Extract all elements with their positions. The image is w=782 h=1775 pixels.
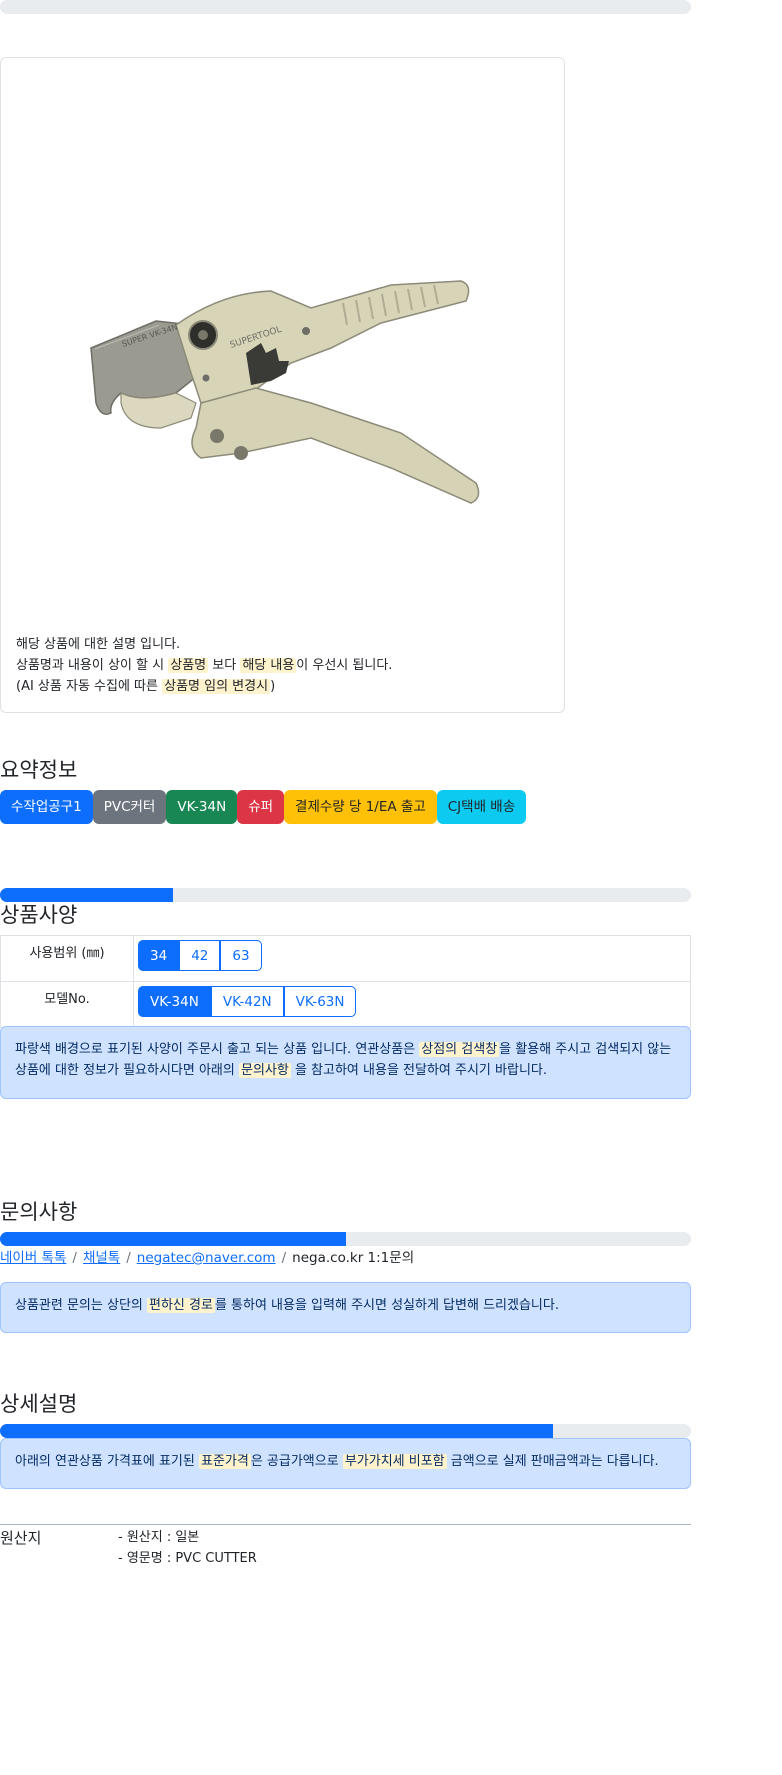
badge-shipping: CJ택배 배송 <box>436 790 527 824</box>
link-channel-talk[interactable]: 채널톡 <box>83 1250 120 1266</box>
origin-item-english-name: - 영문명 : PVC CUTTER <box>118 1551 257 1566</box>
badge-model: VK-34N <box>166 790 238 824</box>
notice-text: 은 공급가액으로 <box>250 1454 343 1469</box>
pvc-pipe-cutter-image: SUPERTOOL SUPER VK-34N <box>81 253 501 553</box>
spec-label-model: 모델No. <box>0 981 134 1028</box>
text-site-inquiry: nega.co.kr 1:1문의 <box>292 1250 415 1266</box>
spec-row-range: 사용범위 (㎜) 34 42 63 <box>0 935 691 982</box>
spec-progress-bar <box>0 888 691 902</box>
desc-text: (AI 상품 자동 수집에 따른 <box>16 679 163 694</box>
desc-text: ) <box>270 679 276 694</box>
model-option-vk42n[interactable]: VK-42N <box>210 986 284 1017</box>
highlight-standard-price: 표준가격 <box>198 1454 251 1469</box>
highlight-search-box: 상점의 검색창 <box>419 1042 500 1057</box>
highlight-inquiry: 문의사항 <box>238 1063 291 1078</box>
notice-text: 파랑색 배경으로 표기된 사양이 주문시 출고 되는 상품 입니다. 연관상품은 <box>15 1042 420 1057</box>
origin-label: 원산지 <box>0 1529 42 1547</box>
notice-text: 를 통하여 내용을 입력해 주시면 성실하게 답변해 드리겠습니다. <box>214 1298 559 1313</box>
inquiry-notice: 상품관련 문의는 상단의 편하신 경로 를 통하여 내용을 입력해 주시면 성실하… <box>0 1282 691 1333</box>
detail-notice: 아래의 연관상품 가격표에 표기된 표준가격 은 공급가액으로 부가가치세 비포함… <box>0 1438 691 1489</box>
spec-options-model: VK-34N VK-42N VK-63N <box>133 981 691 1028</box>
highlight-vat-excluded: 부가가치세 비포함 <box>342 1454 447 1469</box>
highlight-product-name: 상품명 <box>168 658 209 673</box>
contact-links: 네이버 톡톡 / 채널톡 / negatec@naver.com / nega.co.kr … <box>0 1246 414 1266</box>
desc-text: 보다 <box>208 658 241 673</box>
badge-quantity: 결제수량 당 1/EA 출고 <box>284 790 437 824</box>
separator: / <box>126 1250 131 1266</box>
summary-badges: 수작업공구1 PVC커터 VK-34N 슈퍼 결제수량 당 1/EA 출고 CJ… <box>0 790 527 824</box>
desc-line-2: 상품명과 내용이 상이 할 시 상품명 보다 해당 내용 이 우선시 됩니다. <box>16 655 392 676</box>
desc-line-1: 해당 상품에 대한 설명 입니다. <box>16 637 181 652</box>
product-card: SUPERTOOL SUPER VK-34N 해당 상품에 대한 설명 입니다.… <box>0 57 565 713</box>
summary-title: 요약정보 <box>0 758 78 782</box>
range-option-34[interactable]: 34 <box>138 940 180 971</box>
model-option-vk63n[interactable]: VK-63N <box>283 986 357 1017</box>
badge-brand: 슈퍼 <box>237 790 285 824</box>
origin-items: - 원산지 : 일본 - 영문명 : PVC CUTTER <box>118 1527 257 1569</box>
product-description: 해당 상품에 대한 설명 입니다. 상품명과 내용이 상이 할 시 상품명 보다… <box>16 634 392 697</box>
desc-line-3: (AI 상품 자동 수집에 따른 상품명 임의 변경시) <box>16 676 392 697</box>
detail-progress-bar <box>0 1424 691 1438</box>
badge-category: 수작업공구1 <box>0 790 93 824</box>
desc-text: 상품명과 내용이 상이 할 시 <box>16 658 169 673</box>
model-option-vk34n[interactable]: VK-34N <box>138 986 211 1017</box>
notice-text: 금액으로 실제 판매금액과는 다릅니다. <box>446 1454 659 1469</box>
inquiry-progress-fill <box>0 1232 346 1246</box>
range-option-42[interactable]: 42 <box>179 940 221 971</box>
spec-row-model: 모델No. VK-34N VK-42N VK-63N <box>0 981 691 1028</box>
spec-title: 상품사양 <box>0 903 78 927</box>
notice-text: 상품관련 문의는 상단의 <box>15 1298 147 1313</box>
separator: / <box>72 1250 77 1266</box>
highlight-route: 편하신 경로 <box>147 1298 215 1313</box>
spec-label-range: 사용범위 (㎜) <box>0 935 134 982</box>
badge-type: PVC커터 <box>92 790 167 824</box>
spec-notice: 파랑색 배경으로 표기된 사양이 주문시 출고 되는 상품 입니다. 연관상품은… <box>0 1026 691 1099</box>
highlight-content: 해당 내용 <box>240 658 297 673</box>
detail-title: 상세설명 <box>0 1392 78 1416</box>
notice-text: 을 참고하여 내용을 전달하여 주시기 바랍니다. <box>290 1063 547 1078</box>
link-naver-talktalk[interactable]: 네이버 톡톡 <box>0 1250 66 1266</box>
spec-table: 사용범위 (㎜) 34 42 63 모델No. VK-34N VK-42N VK… <box>0 935 691 1028</box>
link-email[interactable]: negatec@naver.com <box>137 1250 276 1266</box>
origin-section: 원산지 - 원산지 : 일본 - 영문명 : PVC CUTTER <box>0 1524 691 1566</box>
origin-item-country: - 원산지 : 일본 <box>118 1530 200 1545</box>
desc-text: 이 우선시 됩니다. <box>296 658 393 673</box>
inquiry-title: 문의사항 <box>0 1200 78 1224</box>
top-progress-bar <box>0 0 691 14</box>
spec-options-range: 34 42 63 <box>133 935 691 982</box>
highlight-rename: 상품명 임의 변경시 <box>162 679 271 694</box>
range-option-63[interactable]: 63 <box>220 940 262 971</box>
inquiry-progress-bar <box>0 1232 691 1246</box>
notice-text: 아래의 연관상품 가격표에 표기된 <box>15 1454 199 1469</box>
separator: / <box>281 1250 287 1266</box>
detail-progress-fill <box>0 1424 553 1438</box>
